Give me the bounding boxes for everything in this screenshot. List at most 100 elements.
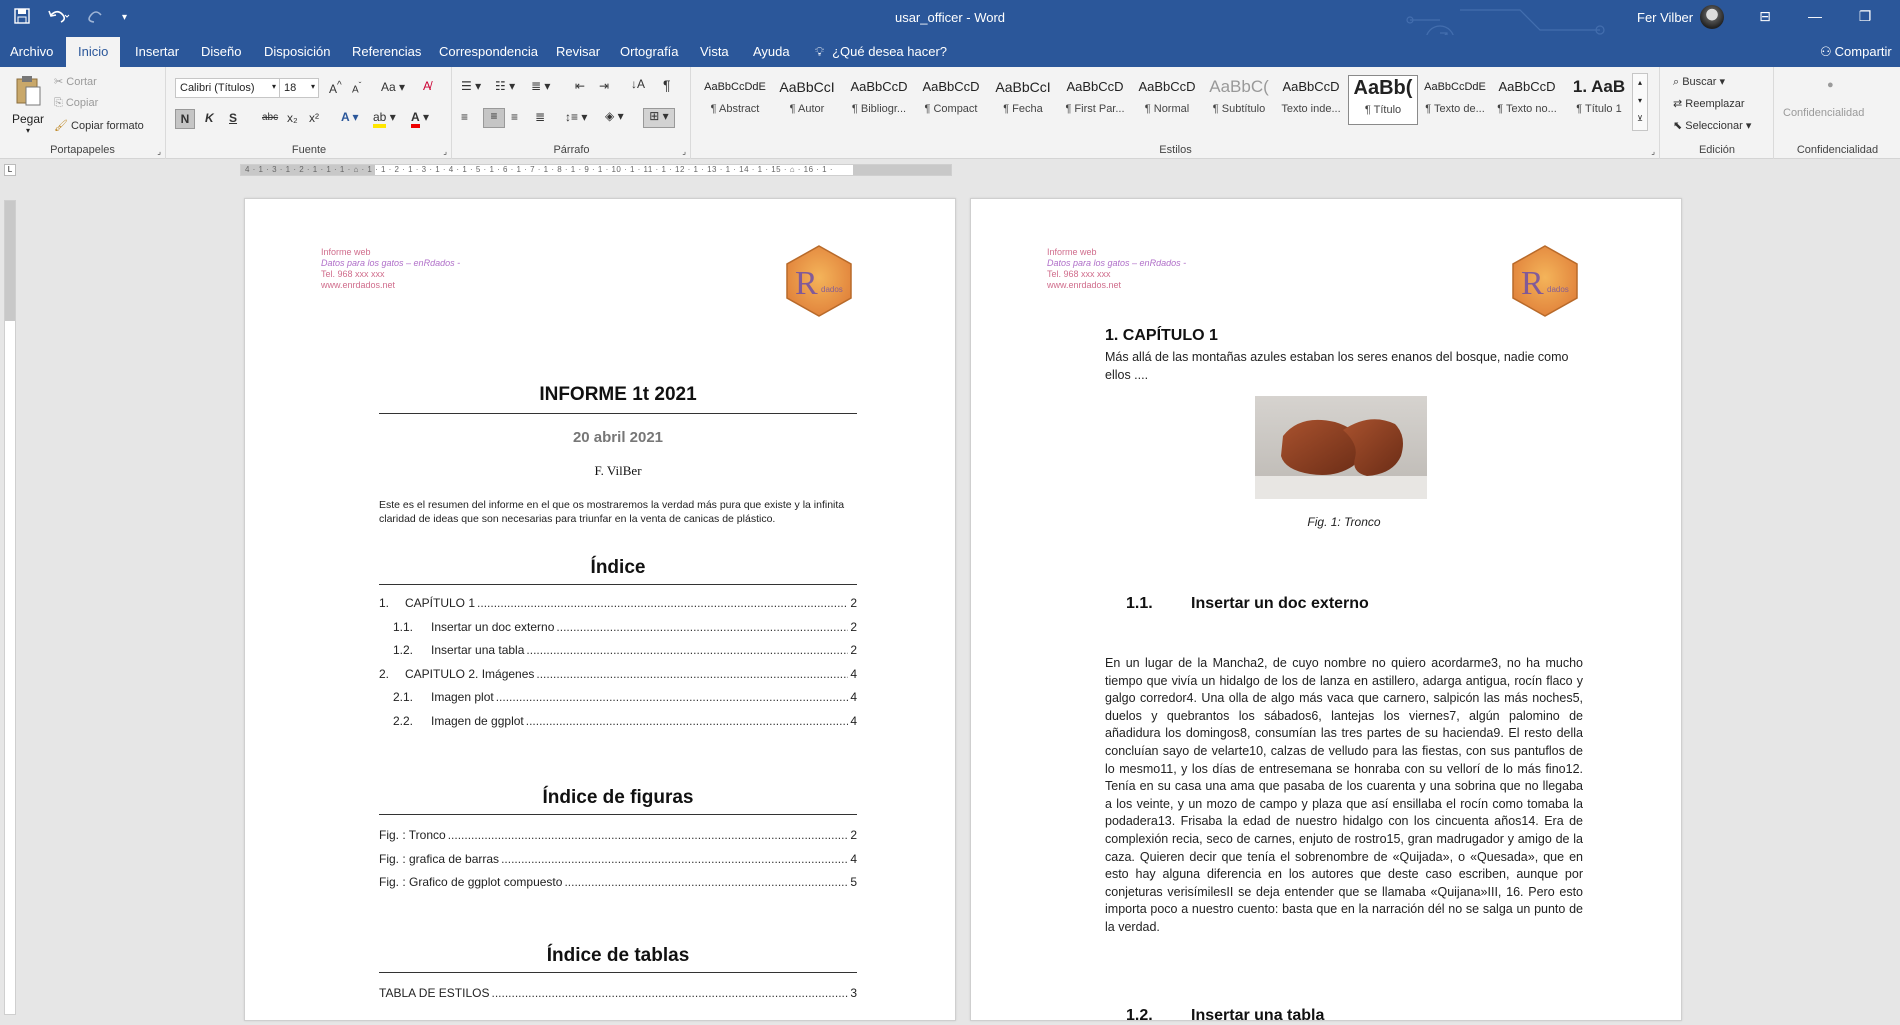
style-texto-de[interactable]: AaBbCcDdE ¶ Texto de... [1420, 75, 1490, 125]
figure-entry[interactable]: Fig. : grafica de barras 4 [379, 852, 857, 876]
style-texto-independiente[interactable]: AaBbCcD Texto inde... [1276, 75, 1346, 125]
line-spacing-icon[interactable]: ↕≡ ▾ [565, 110, 587, 124]
style-titulo[interactable]: AaBb(¶ Título [1348, 75, 1418, 125]
ribbon-tabs: Archivo Inicio Insertar Diseño Disposici… [0, 35, 1900, 67]
multilevel-list-icon[interactable]: ≣ ▾ [531, 79, 550, 93]
italic-button[interactable]: K [205, 111, 214, 125]
style-compact[interactable]: AaBbCcD ¶ Compact [916, 75, 986, 125]
avatar[interactable] [1700, 5, 1724, 29]
bold-button[interactable]: N [175, 109, 195, 129]
sort-icon[interactable]: ↓A [631, 77, 645, 91]
select-button[interactable]: ⬉ Seleccionar ▾ [1673, 119, 1751, 132]
clear-formatting-icon[interactable]: A̸ [423, 79, 431, 93]
user-name[interactable]: Fer Vilber [1637, 10, 1693, 25]
align-right-icon[interactable]: ≡ [511, 110, 518, 124]
replace-button[interactable]: ⇄ Reemplazar [1673, 97, 1745, 110]
toc-text: Imagen plot [431, 690, 494, 704]
tab-selector-icon[interactable]: L [4, 164, 16, 176]
sensitivity-button[interactable]: Confidencialidad [1783, 107, 1864, 119]
text-effects-icon[interactable]: A ▾ [341, 110, 359, 124]
bullets-icon[interactable]: ☰ ▾ [461, 79, 481, 93]
align-center-icon[interactable]: ≡ [483, 108, 505, 128]
page-1[interactable]: Informe web Datos para los gatos – enRda… [244, 198, 956, 1021]
table-of-contents: 1. CAPÍTULO 1 2 1.1. Insertar un doc extern… [379, 596, 857, 737]
toc-entry[interactable]: 1.2. Insertar una tabla 2 [379, 643, 857, 667]
tab-disposicion[interactable]: Disposición [264, 44, 330, 59]
align-left-icon[interactable]: ≡ [461, 110, 468, 124]
figure-entry[interactable]: Fig. : Tronco 2 [379, 828, 857, 852]
strikethrough-button[interactable]: abc [262, 112, 278, 123]
scroll-up-icon[interactable]: ▴ [1633, 74, 1647, 92]
style-normal[interactable]: AaBbCcD ¶ Normal [1132, 75, 1202, 125]
underline-button[interactable]: S [229, 111, 237, 125]
tab-diseno[interactable]: Diseño [201, 44, 241, 59]
restore-icon[interactable]: ❐ [1840, 8, 1890, 25]
justify-icon[interactable]: ≣ [535, 110, 545, 124]
paste-dropdown-icon[interactable]: ▾ [10, 126, 46, 135]
tab-vista[interactable]: Vista [700, 44, 729, 59]
horizontal-ruler[interactable]: 4 · 1 · 3 · 1 · 2 · 1 · 1 · 1 · ⌂ · 1 · … [240, 164, 952, 176]
shrink-font-icon[interactable]: Aˇ [352, 80, 361, 95]
borders-icon[interactable]: ⊞ ▾ [643, 108, 675, 128]
toc-entry[interactable]: 2.1. Imagen plot 4 [379, 690, 857, 714]
copy-button[interactable]: ⎘ Copiar [54, 97, 98, 110]
tab-insertar[interactable]: Insertar [135, 44, 179, 59]
share-button[interactable]: ⚇ Compartir [1820, 44, 1892, 60]
figure-entry[interactable]: Fig. : Grafico de ggplot compuesto 5 [379, 875, 857, 899]
group-label-font: Fuente [291, 144, 327, 156]
font-color-icon[interactable]: A ▾ [411, 110, 429, 128]
toc-page: 2 [850, 643, 857, 657]
shading-icon[interactable]: ◈ ▾ [605, 109, 624, 123]
dialog-launcher-icon[interactable]: ⌟ [443, 147, 447, 156]
numbering-icon[interactable]: ☷ ▾ [495, 79, 515, 93]
minimize-icon[interactable]: — [1790, 8, 1840, 25]
find-button[interactable]: ⌕ Buscar ▾ [1673, 75, 1725, 89]
dialog-launcher-icon[interactable]: ⌟ [682, 147, 686, 156]
table-entry[interactable]: TABLA DE ESTILOS 3 [379, 986, 857, 1010]
style-abstract[interactable]: AaBbCcDdE ¶ Abstract [700, 75, 770, 125]
dialog-launcher-icon[interactable]: ⌟ [1651, 147, 1655, 156]
tab-ortografia[interactable]: Ortografía [620, 44, 679, 59]
format-painter-button[interactable]: 🖌︎ Copiar formato [54, 119, 144, 132]
style-autor[interactable]: AaBbCcI ¶ Autor [772, 75, 842, 125]
styles-scroll[interactable]: ▴ ▾ ⊻ [1632, 73, 1648, 131]
font-name-combo[interactable]: Calibri (Títulos) ▾ [175, 78, 280, 98]
tab-correspondencia[interactable]: Correspondencia [439, 44, 538, 59]
decrease-indent-icon[interactable]: ⇤ [575, 79, 585, 93]
more-styles-icon[interactable]: ⊻ [1633, 110, 1647, 128]
style-subtitulo[interactable]: AaBbC(¶ Subtítulo [1204, 75, 1274, 125]
close-icon[interactable]: ✕ [1890, 8, 1900, 25]
pilcrow-icon[interactable]: ¶ [663, 77, 671, 93]
tab-referencias[interactable]: Referencias [352, 44, 421, 59]
toc-entry[interactable]: 1.1. Insertar un doc externo 2 [379, 620, 857, 644]
vertical-ruler[interactable] [4, 200, 16, 1015]
highlight-icon[interactable]: ab ▾ [373, 110, 396, 128]
tab-inicio[interactable]: Inicio [66, 37, 121, 67]
page-2[interactable]: Informe web Datos para los gatos – enRda… [970, 198, 1682, 1024]
scroll-down-icon[interactable]: ▾ [1633, 92, 1647, 110]
tab-ayuda[interactable]: Ayuda [753, 44, 790, 59]
subscript-button[interactable]: x₂ [287, 111, 298, 125]
ribbon-display-icon[interactable]: ⊟ [1740, 8, 1790, 25]
style-first-paragraph[interactable]: AaBbCcD ¶ First Par... [1060, 75, 1130, 125]
increase-indent-icon[interactable]: ⇥ [599, 79, 609, 93]
grow-font-icon[interactable]: A^ [329, 80, 342, 96]
style-bibliografia[interactable]: AaBbCcD ¶ Bibliogr... [844, 75, 914, 125]
superscript-button[interactable]: x² [309, 111, 319, 125]
style-texto-no[interactable]: AaBbCcD ¶ Texto no... [1492, 75, 1562, 125]
dialog-launcher-icon[interactable]: ⌟ [157, 147, 161, 156]
font-size-combo[interactable]: 18 ▾ [279, 78, 319, 98]
toc-entry[interactable]: 2.2. Imagen de ggplot 4 [379, 714, 857, 738]
tab-archivo[interactable]: Archivo [10, 44, 53, 59]
cut-button[interactable]: ✂ Cortar [54, 75, 97, 88]
change-case-button[interactable]: Aa ▾ [381, 80, 405, 94]
header-line: Datos para los gatos – enRdados - [1047, 258, 1187, 268]
tell-me-search[interactable]: 💡︎ ¿Qué desea hacer? [815, 44, 947, 60]
toc-entry[interactable]: 2. CAPITULO 2. Imágenes 4 [379, 667, 857, 691]
tab-revisar[interactable]: Revisar [556, 44, 600, 59]
style-titulo-1[interactable]: 1. AaB ¶ Título 1 [1564, 75, 1634, 125]
paste-button[interactable]: Pegar ▾ [10, 75, 46, 135]
toc-entry[interactable]: 1. CAPÍTULO 1 2 [379, 596, 857, 620]
svg-text:dados: dados [1547, 285, 1569, 294]
style-fecha[interactable]: AaBbCcI ¶ Fecha [988, 75, 1058, 125]
